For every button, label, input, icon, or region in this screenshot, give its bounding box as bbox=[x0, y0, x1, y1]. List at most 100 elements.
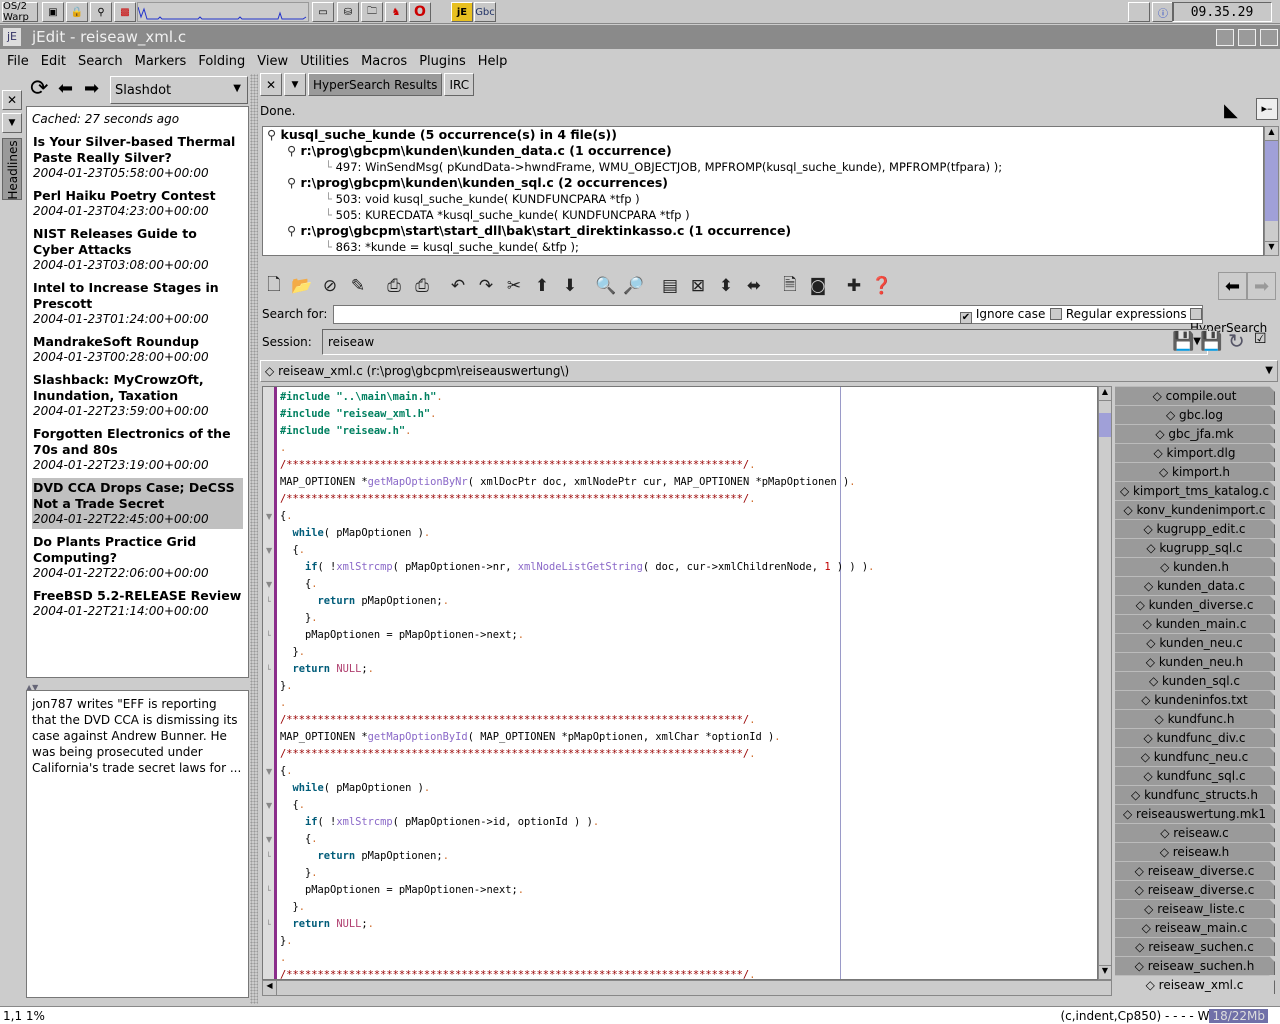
code-line[interactable]: }. bbox=[280, 644, 874, 661]
headline-item[interactable]: Forgotten Electronics of the 70s and 80s… bbox=[32, 424, 243, 475]
find-icon[interactable]: 🔍 bbox=[592, 273, 620, 299]
save-session-as-icon[interactable]: 💾 bbox=[1200, 331, 1222, 352]
code-line[interactable]: return NULL;. bbox=[280, 661, 874, 678]
code-line[interactable]: pMapOptionen = pMapOptionen->next;. bbox=[280, 882, 874, 899]
buffer-tab[interactable]: ◇ reiseaw.h bbox=[1115, 842, 1275, 861]
buffer-tab[interactable]: ◇ kundfunc.h bbox=[1115, 709, 1275, 728]
tree-node-icon[interactable]: ⚲ bbox=[287, 223, 301, 238]
scroll-left-icon[interactable]: ◀ bbox=[263, 981, 277, 995]
buffer-options-icon[interactable]: 🗎 bbox=[776, 273, 804, 299]
hypersearch-results-tree[interactable]: ⚲ kusql_suche_kunde (5 occurrence(s) in … bbox=[262, 126, 1264, 256]
headline-title[interactable]: Slashback: MyCrowzOft, Inundation, Taxat… bbox=[33, 372, 242, 404]
menu-help[interactable]: Help bbox=[478, 54, 508, 69]
jedit-app-icon[interactable]: jE bbox=[3, 28, 21, 46]
menu-utilities[interactable]: Utilities bbox=[300, 54, 349, 69]
edit-pencil-icon[interactable]: ✎ bbox=[344, 273, 372, 299]
scroll-down-icon[interactable]: ▼ bbox=[1099, 965, 1111, 979]
code-line[interactable]: while( pMapOptionen ). bbox=[280, 525, 874, 542]
folder-icon[interactable]: 🗀 bbox=[361, 2, 383, 22]
back-arrow-icon[interactable]: ⬅ bbox=[1218, 272, 1247, 300]
copy-icon[interactable]: ⬆ bbox=[528, 273, 556, 299]
code-line[interactable]: while( pMapOptionen ). bbox=[280, 780, 874, 797]
buffer-tab[interactable]: ◇ kimport_tms_katalog.c bbox=[1115, 481, 1275, 500]
headline-list[interactable]: Cached: 27 seconds ago Is Your Silver-ba… bbox=[26, 106, 249, 678]
forward-arrow-icon[interactable]: ➡ bbox=[84, 78, 99, 99]
back-arrow-icon[interactable]: ⬅ bbox=[58, 78, 73, 99]
split-horizontal-icon[interactable]: ⬍ bbox=[712, 273, 740, 299]
global-options-icon[interactable]: ◙ bbox=[804, 273, 832, 299]
headline-item[interactable]: Intel to Increase Stages in Prescott 2004… bbox=[32, 278, 243, 329]
headline-item[interactable]: MandrakeSoft Roundup 2004-01-23T00:28:00+… bbox=[32, 332, 243, 367]
code-line[interactable]: if( !xmlStrcmp( pMapOptionen->id, option… bbox=[280, 814, 874, 831]
code-line[interactable]: . bbox=[280, 695, 874, 712]
save-session-icon[interactable]: 💾 bbox=[1172, 331, 1194, 352]
buffer-tab[interactable]: ◇ konv_kundenimport.c bbox=[1115, 500, 1275, 519]
memory-status[interactable]: 18/22Mb bbox=[1209, 1009, 1268, 1023]
headline-item[interactable]: Perl Haiku Poetry Contest 2004-01-23T04:2… bbox=[32, 186, 243, 221]
headline-title[interactable]: Forgotten Electronics of the 70s and 80s bbox=[33, 426, 242, 458]
code-line[interactable]: {. bbox=[280, 508, 874, 525]
cut-icon[interactable]: ✂ bbox=[500, 273, 528, 299]
results-scrollbar[interactable]: ▲ ▼ bbox=[1264, 126, 1279, 256]
code-line[interactable]: /***************************************… bbox=[280, 491, 874, 508]
result-match-line[interactable]: └ 503: void kusql_suche_kunde( KUNDFUNCP… bbox=[263, 191, 1263, 207]
code-line[interactable]: if( !xmlStrcmp( pMapOptionen->nr, xmlNod… bbox=[280, 559, 874, 576]
code-line[interactable]: #include "..\main\main.h". bbox=[280, 389, 874, 406]
close-dock-button[interactable]: ✕ bbox=[260, 73, 282, 96]
checkbox-checked[interactable]: ✔ bbox=[960, 312, 972, 324]
maximize-button[interactable] bbox=[1260, 29, 1278, 46]
code-line[interactable]: /***************************************… bbox=[280, 967, 874, 979]
headline-title[interactable]: MandrakeSoft Roundup bbox=[33, 334, 242, 350]
code-line[interactable]: MAP_OPTIONEN *getMapOptionById( MAP_OPTI… bbox=[280, 729, 874, 746]
menu-view[interactable]: View bbox=[257, 54, 288, 69]
buffer-tab[interactable]: ◇ kunden_main.c bbox=[1115, 614, 1275, 633]
menu-plugins[interactable]: Plugins bbox=[419, 54, 466, 69]
buffer-tab[interactable]: ◇ kugrupp_edit.c bbox=[1115, 519, 1275, 538]
code-line[interactable]: MAP_OPTIONEN *getMapOptionByNr( xmlDocPt… bbox=[280, 474, 874, 491]
fold-toggle-icon[interactable]: ▼ bbox=[266, 835, 272, 844]
buffer-tab[interactable]: ◇ reiseaw_diverse.c bbox=[1115, 880, 1275, 899]
checkbox-unchecked[interactable] bbox=[1190, 308, 1202, 320]
buffer-switcher[interactable]: ◇ reiseaw_xml.c (r:\prog\gbcpm\reiseausw… bbox=[260, 360, 1278, 382]
headline-item[interactable]: NIST Releases Guide to Cyber Attacks 2004… bbox=[32, 224, 243, 275]
feed-select[interactable]: Slashdot ▼ bbox=[110, 76, 248, 104]
code-line[interactable]: pMapOptionen = pMapOptionen->next;. bbox=[280, 627, 874, 644]
buffer-tab[interactable]: ◇ kundfunc_div.c bbox=[1115, 728, 1275, 747]
restore-button[interactable] bbox=[1238, 29, 1256, 46]
headline-item[interactable]: FreeBSD 5.2-RELEASE Review 2004-01-22T21:… bbox=[32, 586, 243, 621]
code-line[interactable]: . bbox=[280, 950, 874, 967]
menu-search[interactable]: Search bbox=[78, 54, 123, 69]
dock-menu-button[interactable]: ▼ bbox=[2, 113, 22, 133]
buffer-tab[interactable]: ◇ kundfunc_neu.c bbox=[1115, 747, 1275, 766]
gutter[interactable]: ▼ ▼ ▼ └ └ └ ▼ ▼ ▼ └ └ └ bbox=[263, 387, 277, 979]
buffer-tab[interactable]: ◇ kunden_neu.c bbox=[1115, 633, 1275, 652]
buffer-tab[interactable]: ◇ kundeninfos.txt bbox=[1115, 690, 1275, 709]
info-message-icon[interactable]: ⓘ bbox=[1152, 2, 1174, 22]
buffer-tab[interactable]: ◇ kimport.dlg bbox=[1115, 443, 1275, 462]
buffer-tab[interactable]: ◇ reiseaw_main.c bbox=[1115, 918, 1275, 937]
code-line[interactable]: {. bbox=[280, 831, 874, 848]
headline-title[interactable]: NIST Releases Guide to Cyber Attacks bbox=[33, 226, 242, 258]
session-select[interactable]: reiseaw ▼ bbox=[322, 329, 1208, 355]
result-file-node[interactable]: ⚲ r:\prog\gbcpm\kunden\kunden_data.c (1 … bbox=[263, 143, 1263, 159]
menu-macros[interactable]: Macros bbox=[361, 54, 407, 69]
code-line[interactable]: {. bbox=[280, 576, 874, 593]
chevron-down-icon[interactable]: ▼ bbox=[1265, 365, 1273, 376]
code-line[interactable]: }. bbox=[280, 865, 874, 882]
window-list-icon[interactable]: ▣ bbox=[42, 2, 64, 22]
drives-icon[interactable]: ⛁ bbox=[337, 2, 359, 22]
tree-node-icon[interactable]: ⚲ bbox=[287, 175, 301, 190]
buffer-tab[interactable]: ◇ kugrupp_sql.c bbox=[1115, 538, 1275, 557]
editor-horizontal-scrollbar[interactable]: ◀ bbox=[262, 980, 1112, 996]
new-file-icon[interactable]: 🗋 bbox=[260, 273, 288, 299]
code-line[interactable]: return pMapOptionen;. bbox=[280, 848, 874, 865]
help-icon[interactable]: ❓ bbox=[868, 273, 896, 299]
code-line[interactable]: }. bbox=[280, 610, 874, 627]
open-file-icon[interactable]: 📂 bbox=[288, 273, 316, 299]
headline-item[interactable]: DVD CCA Drops Case; DeCSS Not a Trade Se… bbox=[32, 478, 243, 529]
jedit-taskbar-icon[interactable]: jE bbox=[451, 2, 473, 22]
ignore-case-checkbox[interactable]: ✔ Ignore case bbox=[960, 307, 1045, 324]
undo-icon[interactable]: ↶ bbox=[444, 273, 472, 299]
code-line[interactable]: {. bbox=[280, 763, 874, 780]
code-line[interactable]: /***************************************… bbox=[280, 712, 874, 729]
